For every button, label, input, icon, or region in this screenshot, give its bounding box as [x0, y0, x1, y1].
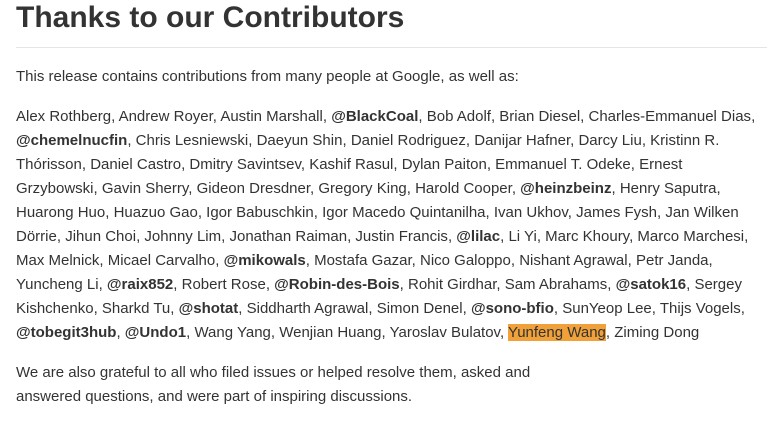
contributor-name: Marco Marchesi	[637, 228, 745, 245]
contributor-handle: @raix852	[106, 276, 174, 293]
contributors-section: Thanks to our Contributors This release …	[0, 0, 783, 442]
closing-paragraph: We are also grateful to all who filed is…	[16, 364, 531, 405]
contributor-name: Yaroslav Bulatov	[389, 324, 500, 341]
contributor-handle: @satok16	[615, 276, 687, 293]
contributor-name: Ziming Dong	[614, 324, 700, 341]
contributor-name: Austin Marshall	[220, 108, 323, 125]
contributor-name: Yuncheng Li	[16, 276, 99, 293]
contributor-name: Igor Babuschkin	[206, 204, 314, 221]
contributor-name: Gavin Sherry	[101, 180, 189, 197]
contributor-name: Nico Galoppo	[419, 252, 511, 269]
contributor-name: Huazuo Gao	[113, 204, 198, 221]
contributor-name: Li Yi	[508, 228, 537, 245]
contributor-name: Dylan Paiton	[401, 156, 487, 173]
contributor-name: Simon Denel	[376, 300, 463, 317]
contributor-name: Daeyun Shin	[256, 132, 343, 149]
contributor-name: Huarong Huo	[16, 204, 106, 221]
contributor-handle: @sono-bfio	[470, 300, 554, 317]
contributor-name: Micael Carvalho	[107, 252, 216, 269]
contributor-name: Gregory King	[318, 180, 407, 197]
contributor-name: Henry Saputra	[619, 180, 717, 197]
contributor-name: Rohit Girdhar	[407, 276, 497, 293]
contributor-handle: @mikowals	[223, 252, 306, 269]
contributor-name: Andrew Royer	[118, 108, 213, 125]
contributor-name: Wang Yang	[194, 324, 271, 341]
contributor-name: Daniel Rodriguez	[350, 132, 466, 149]
contributor-handle: @BlackCoal	[331, 108, 419, 125]
contributor-name: Brian Diesel	[499, 108, 581, 125]
contributor-name: Nishant Agrawal	[519, 252, 628, 269]
contributor-name: Alex Rothberg	[16, 108, 112, 125]
contributor-name: Robert Rose	[181, 276, 266, 293]
contributor-name: Ivan Ukhov	[493, 204, 568, 221]
contributor-name: James Fysh	[576, 204, 657, 221]
contributor-name: Petr Janda	[635, 252, 709, 269]
contributor-name: Bob Adolf	[426, 108, 491, 125]
contributor-handle: @tobegit3hub	[16, 324, 117, 341]
contributor-name: Gideon Dresdner	[196, 180, 311, 197]
contributor-handle: @lilac	[456, 228, 501, 245]
contributor-name: Mostafa Gazar	[314, 252, 412, 269]
page-title: Thanks to our Contributors	[16, 0, 767, 48]
contributor-name: Dmitry Savintsev	[189, 156, 301, 173]
contributor-name: Thijs Vogels	[659, 300, 741, 317]
contributor-name: Darcy Liu	[578, 132, 642, 149]
contributor-handle: @shotat	[178, 300, 239, 317]
contributor-name: Charles-Emmanuel Dias	[588, 108, 752, 125]
contributor-name: Siddharth Agrawal	[246, 300, 369, 317]
contributor-name-highlighted: Yunfeng Wang	[508, 324, 606, 341]
contributor-name: Jonathan Raiman	[229, 228, 348, 245]
contributor-name: Sharkd Tu	[101, 300, 171, 317]
contributor-handle: @Robin-des-Bois	[274, 276, 400, 293]
contributor-name: Chris Lesniewski	[135, 132, 249, 149]
contributor-name: Wenjian Huang	[279, 324, 382, 341]
contributor-name: Johnny Lim	[144, 228, 222, 245]
contributor-handle: @heinzbeinz	[520, 180, 612, 197]
contributor-name: Danijar Hafner	[474, 132, 571, 149]
contributor-name: Daniel Castro	[90, 156, 182, 173]
contributors-list: Alex Rothberg, Andrew Royer, Austin Mars…	[16, 108, 756, 341]
contributor-name: Marc Khoury	[545, 228, 630, 245]
contributor-name: SunYeop Lee	[562, 300, 652, 317]
contributor-name: Justin Francis	[355, 228, 448, 245]
contributor-name: Harold Cooper	[415, 180, 512, 197]
intro-paragraph: This release contains contributions from…	[16, 68, 519, 85]
contributor-name: Max Melnick	[16, 252, 100, 269]
contributor-name: Emmanuel T. Odeke	[495, 156, 631, 173]
contributor-handle: @chemelnucfin	[16, 132, 128, 149]
contributor-name: Kashif Rasul	[309, 156, 394, 173]
contributor-handle: @Undo1	[124, 324, 187, 341]
contributor-name: Sam Abrahams	[504, 276, 608, 293]
contributor-name: Igor Macedo Quintanilha	[322, 204, 486, 221]
contributor-name: Jihun Choi	[65, 228, 137, 245]
